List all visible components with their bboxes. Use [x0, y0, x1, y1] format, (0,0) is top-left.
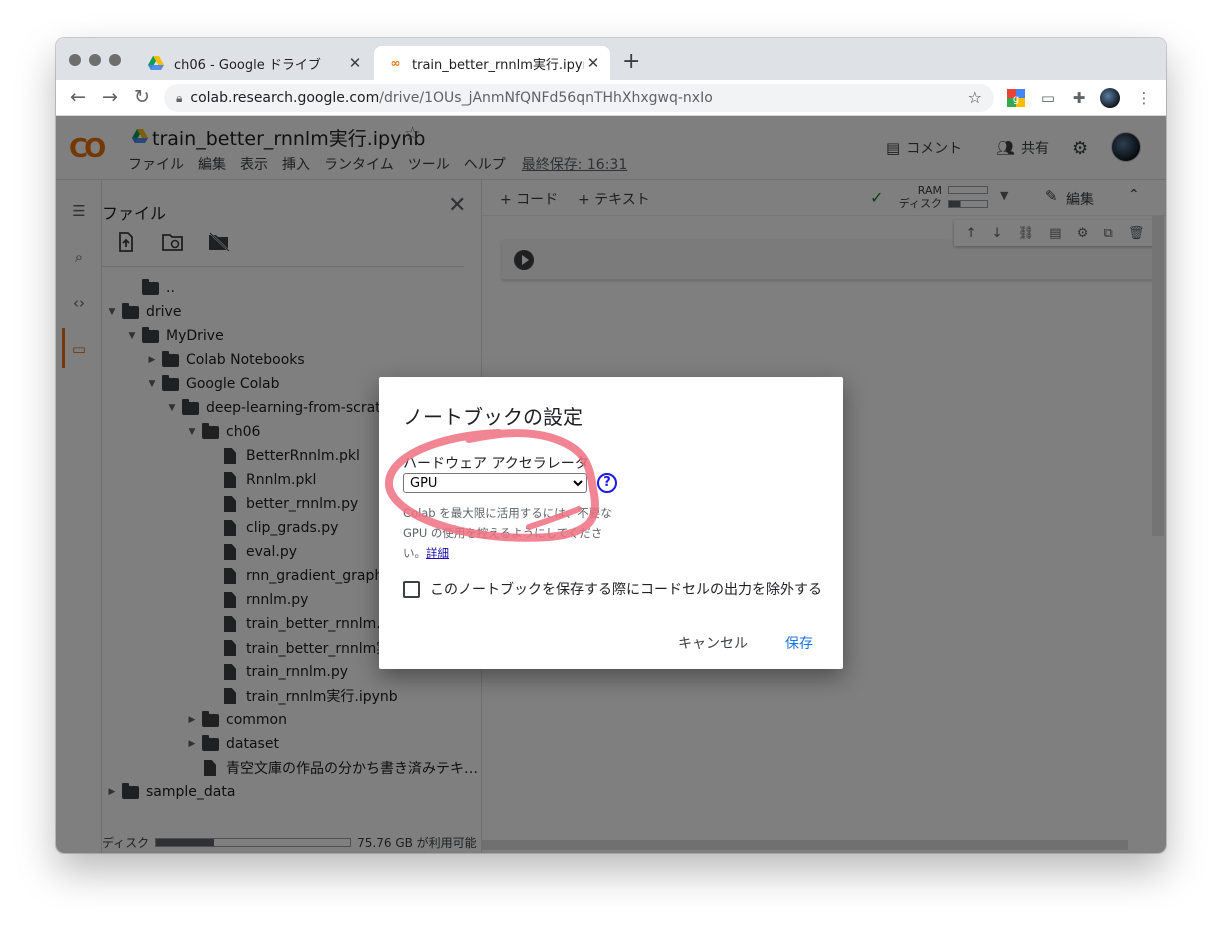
omit-output-option[interactable]: このノートブックを保存する際にコードセルの出力を除外する	[403, 579, 822, 599]
extensions-puzzle-icon[interactable]: ✚	[1069, 88, 1089, 108]
notebook-settings-dialog: ノートブックの設定 ハードウェア アクセラレータ GPU ? Colab を最大…	[379, 377, 843, 669]
tab-strip: ch06 - Google ドライブ ✕ ∞ train_better_rnnl…	[56, 38, 1166, 80]
hint-line: Colab を最大限に活用するには、不要な	[403, 506, 612, 520]
omit-output-checkbox[interactable]	[403, 580, 420, 598]
svg-text:g: g	[1013, 94, 1019, 105]
dialog-title: ノートブックの設定	[403, 405, 583, 429]
tab-title: ch06 - Google ドライブ	[174, 57, 321, 73]
tab-colab-notebook[interactable]: ∞ train_better_rnnlm実行.ipynb - ✕	[374, 46, 610, 80]
new-tab-button[interactable]: +	[622, 49, 640, 74]
zoom-window-button[interactable]	[109, 54, 121, 66]
accelerator-hint: Colab を最大限に活用するには、不要な GPU の使用を控えるようにしてくだ…	[403, 503, 623, 563]
tab-close-icon[interactable]: ✕	[346, 54, 364, 72]
browser-window: ch06 - Google ドライブ ✕ ∞ train_better_rnnl…	[56, 38, 1166, 853]
accelerator-select[interactable]: GPU	[403, 473, 587, 493]
colab-page: CO train_better_rnnlm実行.ipynb ☆ ファイル 編集 …	[56, 116, 1166, 853]
browser-toolbar: ← → ↻ 🔒︎ colab.research.google.com/drive…	[56, 80, 1166, 116]
url-host: colab.research.google.com	[190, 90, 380, 106]
google-extension-icon[interactable]: g	[1006, 88, 1026, 108]
tab-google-drive[interactable]: ch06 - Google ドライブ ✕	[136, 46, 372, 80]
hint-line: い。	[403, 546, 426, 560]
profile-avatar-icon[interactable]	[1100, 88, 1120, 108]
colab-icon: ∞	[390, 56, 401, 70]
tab-title: train_better_rnnlm実行.ipynb -	[412, 57, 584, 73]
close-window-button[interactable]	[69, 54, 81, 66]
details-link[interactable]: 詳細	[426, 546, 449, 560]
lock-icon: 🔒︎	[176, 90, 183, 105]
minimize-window-button[interactable]	[89, 54, 101, 66]
tab-close-icon[interactable]: ✕	[584, 54, 602, 72]
url-path: /drive/1OUs_jAnmNfQNFd56qnTHhXhxgwq-nxIo	[379, 90, 713, 106]
kebab-menu-icon[interactable]: ⋮	[1134, 88, 1154, 108]
back-icon[interactable]: ←	[66, 86, 90, 108]
accelerator-label: ハードウェア アクセラレータ	[403, 456, 589, 472]
bookmark-star-icon[interactable]: ☆	[968, 88, 982, 107]
help-icon[interactable]: ?	[597, 473, 617, 493]
hint-line: GPU の使用を控えるようにしてくださ	[403, 526, 603, 540]
reload-icon[interactable]: ↻	[130, 86, 154, 108]
omit-output-label: このノートブックを保存する際にコードセルの出力を除外する	[430, 582, 822, 598]
cancel-button[interactable]: キャンセル	[678, 633, 748, 653]
google-drive-icon	[148, 55, 164, 71]
address-bar[interactable]: 🔒︎ colab.research.google.com/drive/1OUs_…	[164, 84, 994, 112]
save-button[interactable]: 保存	[785, 633, 813, 653]
cast-icon[interactable]: ▭	[1038, 88, 1058, 108]
forward-icon[interactable]: →	[98, 86, 122, 108]
